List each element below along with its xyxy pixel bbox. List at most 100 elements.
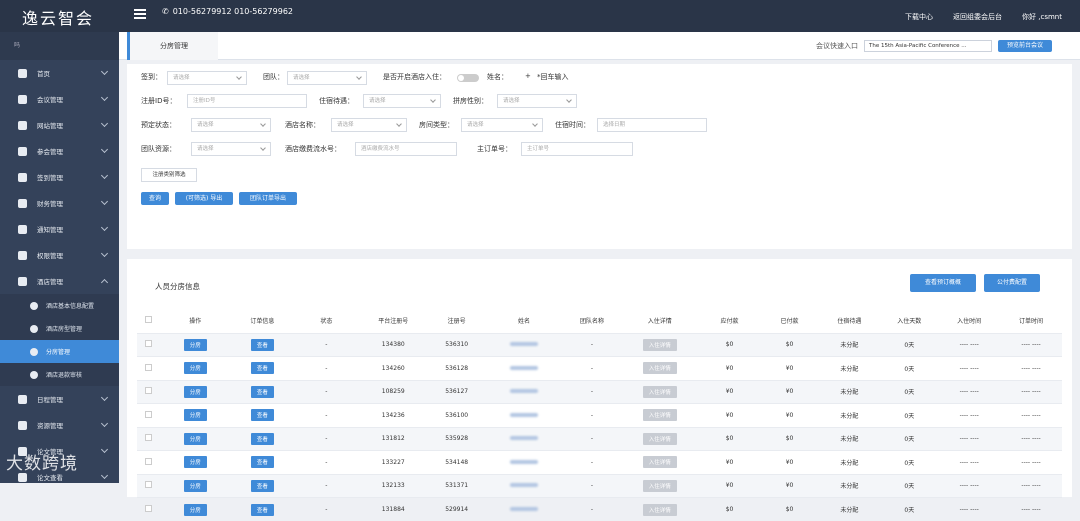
sidebar-item-8[interactable]: 酒店管理	[0, 268, 119, 294]
signin-select[interactable]: 请选择	[167, 71, 247, 85]
sidebar-item-1[interactable]: 会议管理	[0, 86, 119, 112]
row-checkbox[interactable]	[137, 474, 160, 498]
select-all-checkbox[interactable]	[137, 309, 160, 333]
hotel-name-label: 酒店名称：	[285, 120, 320, 130]
plus-icon[interactable]: +	[525, 72, 531, 80]
reg-no-cell: 536127	[428, 380, 485, 404]
allocate-room-button[interactable]: 分房	[184, 433, 207, 445]
stay-detail-button[interactable]: 入住详情	[643, 480, 677, 492]
stay-detail-button[interactable]: 入住详情	[643, 433, 677, 445]
sidebar-after-1[interactable]: 资源管理	[0, 412, 119, 438]
back-admin-link[interactable]: 返回组委会后台	[953, 12, 1002, 22]
reg-no-cell: 536128	[428, 357, 485, 381]
allocate-room-button[interactable]: 分房	[184, 504, 207, 516]
sidebar-item-label: 网站管理	[37, 120, 63, 130]
allocate-room-button[interactable]: 分房	[184, 480, 207, 492]
sidebar-item-label: 签到管理	[37, 172, 63, 182]
user-menu[interactable]: 你好 ,csmnt	[1022, 12, 1062, 22]
name-cell	[485, 333, 563, 357]
team-select[interactable]: 请选择	[287, 71, 367, 85]
sidebar-item-2[interactable]: 网站管理	[0, 112, 119, 138]
stay-detail-button[interactable]: 入住详情	[643, 456, 677, 468]
sidebar-sub-3[interactable]: 酒店退款审核	[0, 363, 119, 386]
allocate-room-button[interactable]: 分房	[184, 386, 207, 398]
row-checkbox[interactable]	[137, 404, 160, 428]
row-checkbox[interactable]	[137, 333, 160, 357]
tab-room-allocation[interactable]: 分房管理	[127, 32, 218, 60]
main-order-input[interactable]: 主订单号	[521, 142, 633, 156]
stay-detail-button[interactable]: 入住详情	[643, 504, 677, 516]
export-button[interactable]: (可筛选) 导出	[175, 192, 233, 205]
sidebar-sub-2[interactable]: 分房管理	[0, 340, 119, 363]
stay-treat-select[interactable]: 请选择	[363, 94, 441, 108]
stay-detail-button[interactable]: 入住详情	[643, 339, 677, 351]
stay-time-input[interactable]: 选择日期	[597, 118, 707, 132]
row-checkbox[interactable]	[137, 451, 160, 475]
sidebar-item-6[interactable]: 通知管理	[0, 216, 119, 242]
reg-id-input[interactable]: 注册ID号	[187, 94, 307, 108]
allocate-room-button[interactable]: 分房	[184, 339, 207, 351]
sidebar-item-0[interactable]: 首页	[0, 60, 119, 86]
view-order-button[interactable]: 查看	[251, 386, 274, 398]
query-button[interactable]: 查询	[141, 192, 169, 205]
sidebar-sub-0[interactable]: 酒店基本信息配置	[0, 294, 119, 317]
sidebar-item-3[interactable]: 参会管理	[0, 138, 119, 164]
row-checkbox[interactable]	[137, 498, 160, 521]
row-checkbox[interactable]	[137, 357, 160, 381]
room-type-select[interactable]: 请选择	[461, 118, 543, 132]
blurred-name	[510, 483, 538, 487]
sidebar-item-5[interactable]: 财务管理	[0, 190, 119, 216]
sidebar-item-7[interactable]: 权限管理	[0, 242, 119, 268]
row-checkbox[interactable]	[137, 380, 160, 404]
hotel-name-select[interactable]: 请选择	[331, 118, 407, 132]
col-header: 订单信息	[230, 309, 294, 333]
sidebar-item-4[interactable]: 签到管理	[0, 164, 119, 190]
allocate-room-button[interactable]: 分房	[184, 456, 207, 468]
watermark: 大数跨境	[6, 449, 78, 474]
view-order-button[interactable]: 查看	[251, 362, 274, 374]
public-fee-button[interactable]: 公付费配置	[984, 274, 1040, 292]
stay-detail-button[interactable]: 入住详情	[643, 409, 677, 421]
row-checkbox[interactable]	[137, 427, 160, 451]
hotel-join-toggle[interactable]	[457, 74, 479, 82]
conference-select[interactable]: The 15th Asia-Pacific Conference ...	[864, 40, 992, 52]
sub-icon	[30, 302, 38, 310]
view-order-button[interactable]: 查看	[251, 433, 274, 445]
view-order-button[interactable]: 查看	[251, 456, 274, 468]
allocate-room-button[interactable]: 分房	[184, 409, 207, 421]
view-booking-button[interactable]: 查看预订概概	[910, 274, 976, 292]
paid-cell: ¥0	[761, 404, 819, 428]
team-export-button[interactable]: 团队订单导出	[239, 192, 297, 205]
preview-button[interactable]: 预览前台会议	[998, 40, 1052, 52]
col-header: 状态	[294, 309, 358, 333]
menu-icon	[18, 121, 27, 130]
download-center-link[interactable]: 下载中心	[905, 12, 933, 22]
pay-serial-label: 酒店缴费流水号：	[285, 144, 341, 154]
allocate-room-button[interactable]: 分房	[184, 362, 207, 374]
view-order-button[interactable]: 查看	[251, 504, 274, 516]
stay-detail-button[interactable]: 入住详情	[643, 386, 677, 398]
menu-toggle-icon[interactable]	[134, 9, 146, 19]
chevron-icon	[101, 472, 108, 479]
blurred-name	[510, 389, 538, 393]
stay-detail-button[interactable]: 入住详情	[643, 362, 677, 374]
view-order-button[interactable]: 查看	[251, 339, 274, 351]
name-cell	[485, 404, 563, 428]
view-order-button[interactable]: 查看	[251, 409, 274, 421]
phone-info: ✆010-56279912 010-56279962	[162, 7, 293, 16]
view-order-button[interactable]: 查看	[251, 480, 274, 492]
col-header: 住宿待遇	[819, 309, 881, 333]
due-cell: $0	[699, 333, 761, 357]
sidebar-sub-1[interactable]: 酒店房型管理	[0, 317, 119, 340]
reg-type-filter-button[interactable]: 注册类别筛选	[141, 168, 197, 182]
treat-cell: 未分配	[819, 474, 881, 498]
booking-status-select[interactable]: 请选择	[191, 118, 271, 132]
sidebar: 吗 首页会议管理网站管理参会管理签到管理财务管理通知管理权限管理酒店管理酒店基本…	[0, 32, 119, 483]
share-gender-select[interactable]: 请选择	[497, 94, 577, 108]
team-resource-select[interactable]: 请选择	[191, 142, 271, 156]
sidebar-after-0[interactable]: 日程管理	[0, 386, 119, 412]
order-time-cell: ---- ----	[1000, 498, 1062, 521]
chevron-icon	[101, 120, 108, 127]
pay-serial-input[interactable]: 酒店缴费流水号	[355, 142, 457, 156]
col-header: 入住时间	[938, 309, 1000, 333]
